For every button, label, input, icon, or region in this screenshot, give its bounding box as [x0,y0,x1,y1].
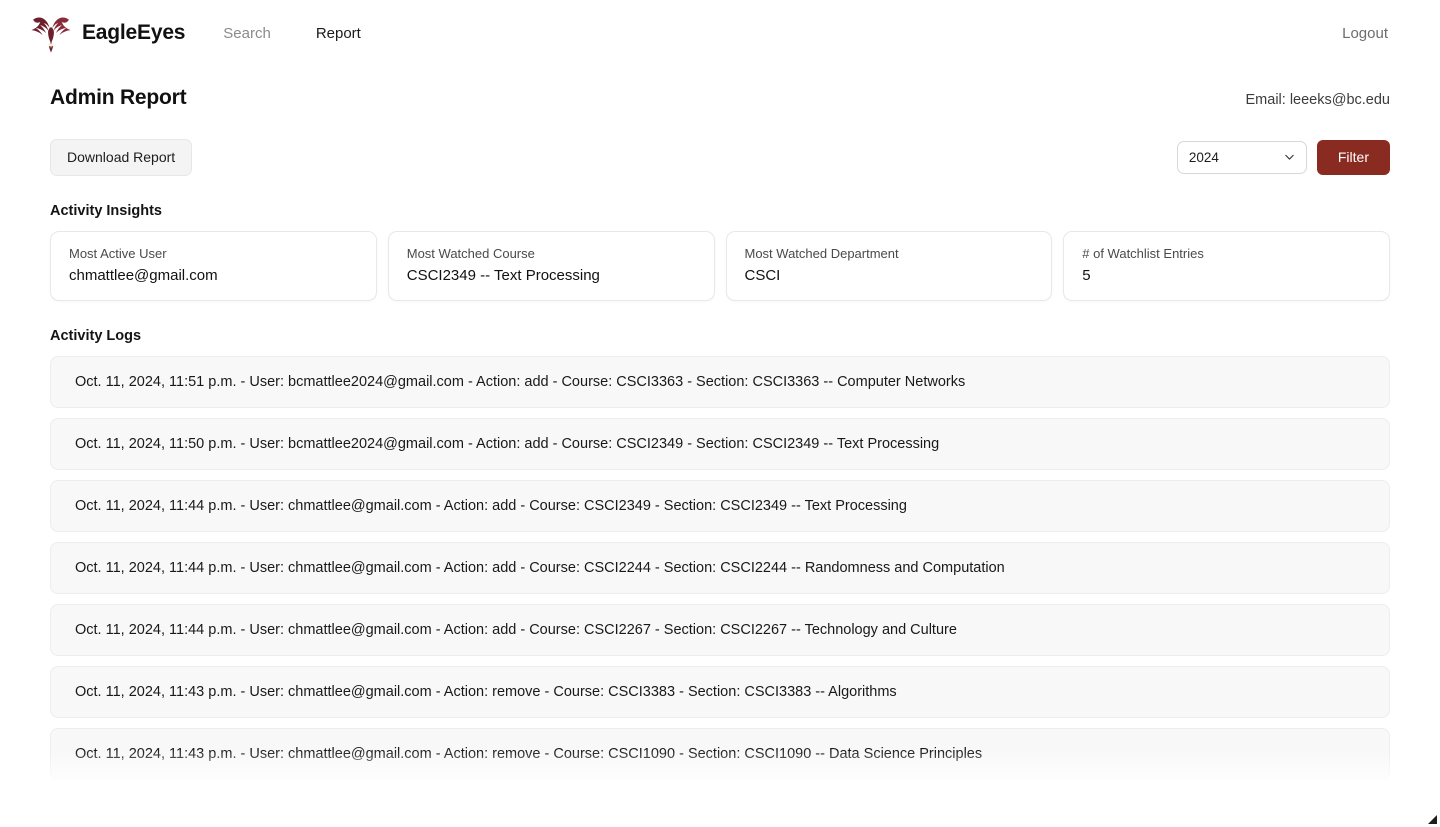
insight-card-value: CSCI [744,266,781,284]
year-select[interactable]: 2024 [1176,140,1307,174]
log-row[interactable]: Oct. 11, 2024, 11:51 p.m. - User: bcmatt… [50,355,1390,408]
log-row[interactable]: Oct. 11, 2024, 11:43 p.m. - User: chmatt… [50,789,1390,796]
insight-card-label: # of Watchlist Entries [1082,245,1204,261]
year-select-value: 2024 [1188,149,1219,165]
admin-report-page: EagleEyes Search Report Logout Admin Rep… [0,0,1440,827]
nav-links: Search Report [223,25,361,42]
title-row: Admin Report Email: leeeks@bc.edu [50,86,1390,110]
insight-card-label: Most Watched Department [744,245,899,261]
insight-card-value: CSCI2349 -- Text Processing [406,266,600,284]
page-title: Admin Report [50,86,187,109]
activity-insights-heading: Activity Insights [50,202,162,219]
brand-name: EagleEyes [82,21,186,44]
insight-card-label: Most Active User [69,245,167,261]
log-row[interactable]: Oct. 11, 2024, 11:44 p.m. - User: chmatt… [50,479,1390,532]
logout-link[interactable]: Logout [1342,25,1388,42]
insight-card-label: Most Watched Course [406,245,535,261]
nav-link-report[interactable]: Report [316,25,361,42]
activity-logs-list[interactable]: Oct. 11, 2024, 11:51 p.m. - User: bcmatt… [50,355,1390,796]
log-row[interactable]: Oct. 11, 2024, 11:44 p.m. - User: chmatt… [50,603,1390,656]
filter-button[interactable]: Filter [1316,140,1390,175]
window-resize-grip[interactable] [1424,811,1438,825]
insight-card-value: 5 [1082,266,1091,284]
log-row[interactable]: Oct. 11, 2024, 11:50 p.m. - User: bcmatt… [50,417,1390,470]
user-email: Email: leeeks@bc.edu [1245,92,1390,108]
log-row[interactable]: Oct. 11, 2024, 11:44 p.m. - User: chmatt… [50,541,1390,594]
insight-card-watchlist-entries: # of Watchlist Entries 5 [1063,230,1390,301]
log-row[interactable]: Oct. 11, 2024, 11:43 p.m. - User: chmatt… [50,665,1390,718]
log-row[interactable]: Oct. 11, 2024, 11:43 p.m. - User: chmatt… [50,727,1390,780]
eagle-logo-icon [31,17,71,53]
nav-link-search[interactable]: Search [223,25,271,42]
activity-insights-row: Most Active User chmattlee@gmail.com Mos… [50,230,1390,301]
controls-row: Download Report 2024 Filter [50,139,1390,176]
insight-card-most-watched-department: Most Watched Department CSCI [725,230,1053,301]
insight-card-value: chmattlee@gmail.com [69,266,218,284]
brand[interactable]: EagleEyes [30,13,185,53]
insight-card-most-watched-course: Most Watched Course CSCI2349 -- Text Pro… [387,230,715,301]
page-content: Admin Report Email: leeeks@bc.edu Downlo… [0,86,1440,796]
top-navbar: EagleEyes Search Report Logout [0,0,1440,66]
activity-logs-heading: Activity Logs [50,327,142,344]
download-report-button[interactable]: Download Report [50,139,193,176]
chevron-down-icon [1285,155,1294,161]
filter-group: 2024 Filter [1176,140,1390,175]
insight-card-most-active-user: Most Active User chmattlee@gmail.com [50,230,377,301]
